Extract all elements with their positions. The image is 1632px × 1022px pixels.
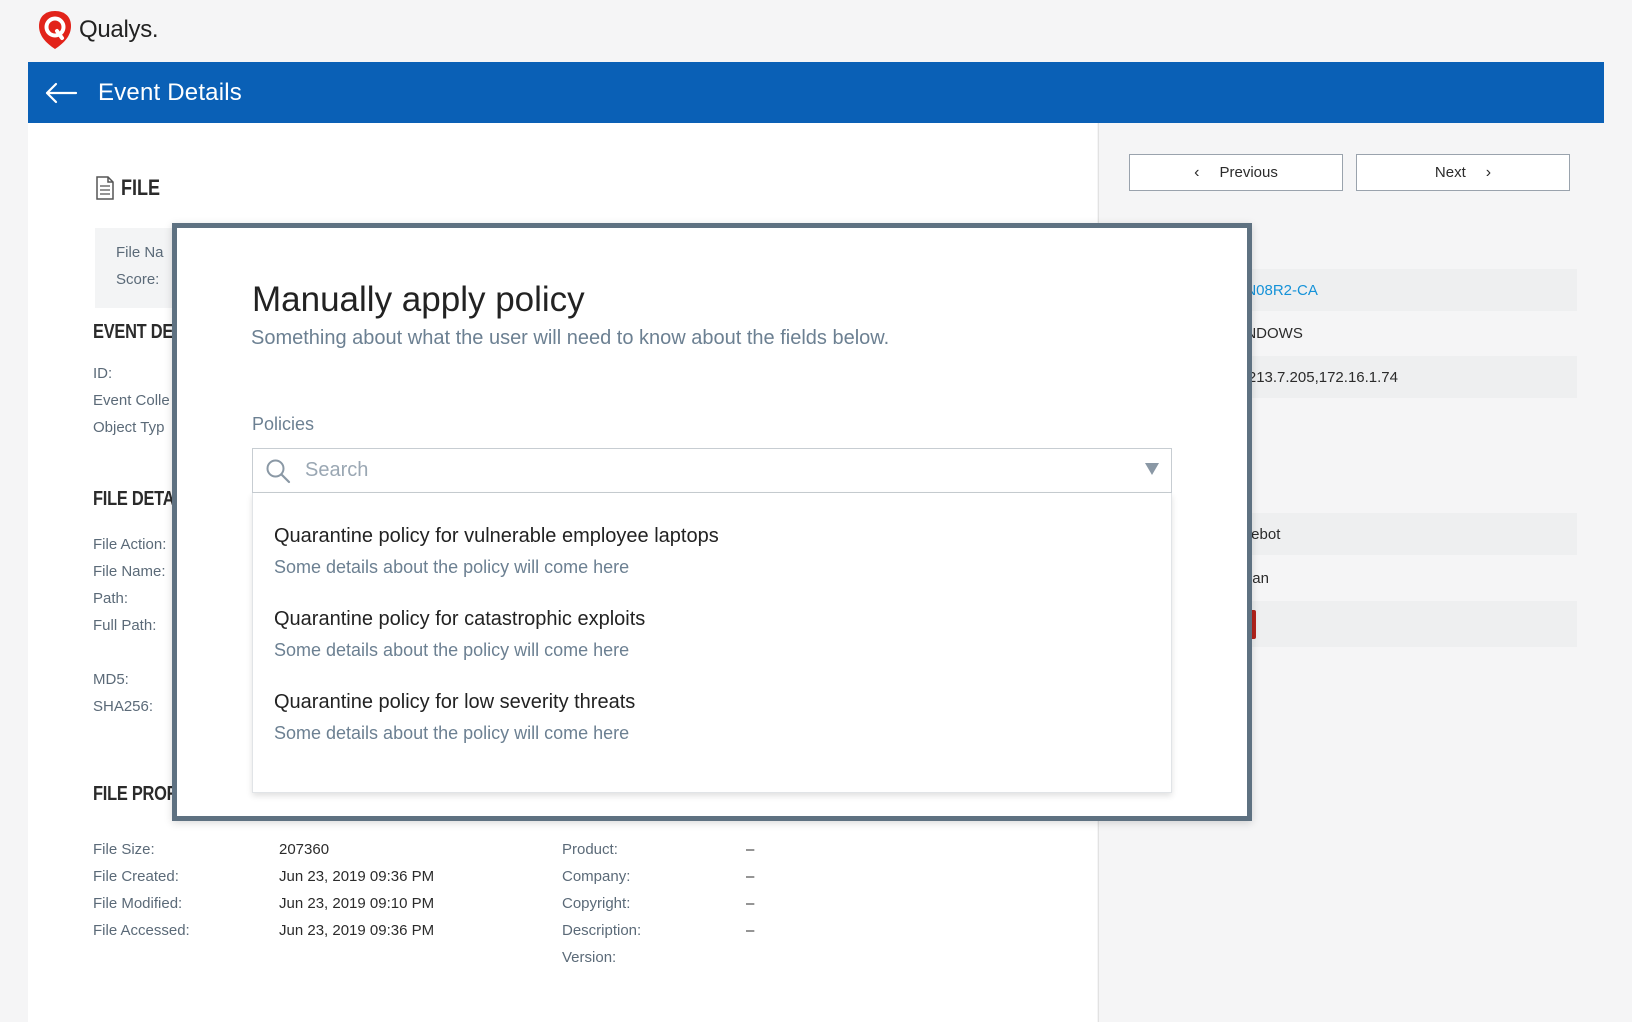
policies-label: Policies	[252, 414, 315, 434]
chevron-left-icon: ‹	[1194, 163, 1200, 181]
object-type-label: Object Typ	[93, 419, 165, 436]
file-created-label: File Created:	[93, 868, 179, 885]
score-label: Score:	[116, 271, 160, 288]
threat-row: 8	[1227, 601, 1577, 647]
previous-button-label: Previous	[1219, 164, 1278, 181]
next-button[interactable]: Next ›	[1356, 154, 1570, 191]
policy-option-desc: Some details about the policy will come …	[274, 557, 630, 577]
file-icon	[96, 176, 114, 200]
version-label: Version:	[562, 949, 617, 966]
file-accessed-label: File Accessed:	[93, 922, 190, 939]
policy-option-title: Quarantine policy for low severity threa…	[274, 691, 636, 713]
path-label: Path:	[93, 590, 129, 607]
event-details-title: EVENT DE	[93, 321, 174, 343]
apply-policy-modal: Manually apply policy Something about wh…	[172, 223, 1252, 821]
dropdown-caret-icon[interactable]	[1145, 463, 1159, 475]
qualys-shield-icon	[39, 11, 71, 49]
qualys-logo[interactable]: Qualys.	[37, 10, 159, 50]
product-label: Product:	[562, 841, 618, 858]
asset-row: WINDOWS	[1227, 312, 1577, 354]
sha256-label: SHA256:	[93, 698, 154, 715]
file-details-title: FILE DETA	[93, 488, 175, 510]
policy-option[interactable]: Quarantine policy for low severity threa…	[274, 691, 635, 744]
chevron-right-icon: ›	[1485, 163, 1492, 181]
file-heading-text: FILE	[121, 175, 161, 200]
file-name-label-2: File Name:	[93, 563, 166, 580]
policy-option[interactable]: Quarantine policy for catastrophic explo…	[274, 608, 645, 661]
policy-option-title: Quarantine policy for catastrophic explo…	[274, 608, 646, 630]
policy-search-input[interactable]	[305, 459, 1105, 482]
file-created-value: Jun 23, 2019 09:36 PM	[279, 868, 435, 885]
asset-row: WIN08R2-CA	[1227, 269, 1577, 311]
previous-button[interactable]: ‹ Previous	[1129, 154, 1343, 191]
policy-option-desc: Some details about the policy will come …	[274, 723, 630, 743]
threat-row: Trojan	[1227, 557, 1577, 599]
threat-row: Corebot	[1227, 513, 1577, 555]
company-value: –	[746, 868, 755, 885]
brand-name: Qualys.	[79, 16, 159, 43]
copyright-label: Copyright:	[562, 895, 631, 912]
asset-row: 34.213.7.205,172.16.1.74	[1227, 356, 1577, 398]
policy-dropdown-list: Quarantine policy for vulnerable employe…	[252, 493, 1172, 793]
modal-subtitle: Something about what the user will need …	[251, 327, 890, 349]
event-collected-label: Event Colle	[93, 392, 170, 409]
back-arrow-icon[interactable]	[44, 81, 82, 105]
policy-option-desc: Some details about the policy will come …	[274, 640, 630, 660]
policy-option[interactable]: Quarantine policy for vulnerable employe…	[274, 525, 719, 578]
page-header: Event Details	[28, 62, 1604, 123]
file-action-label: File Action:	[93, 536, 167, 553]
file-properties-title: FILE PROF	[93, 783, 177, 805]
file-accessed-value: Jun 23, 2019 09:36 PM	[279, 922, 435, 939]
file-name-label: File Na	[116, 244, 164, 261]
file-section-heading: FILE	[95, 175, 169, 201]
file-size-value: 207360	[279, 841, 330, 858]
asset-row: –	[1227, 400, 1577, 442]
file-modified-label: File Modified:	[93, 895, 183, 912]
search-icon	[266, 459, 291, 483]
product-value: –	[746, 841, 755, 858]
md5-label: MD5:	[93, 671, 129, 688]
company-label: Company:	[562, 868, 631, 885]
file-modified-value: Jun 23, 2019 09:10 PM	[279, 895, 435, 912]
policy-search-box[interactable]	[252, 448, 1172, 493]
policy-option-title: Quarantine policy for vulnerable employe…	[274, 525, 719, 547]
event-id-label: ID:	[93, 365, 113, 382]
file-size-label: File Size:	[93, 841, 155, 858]
next-button-label: Next	[1434, 164, 1466, 181]
full-path-label: Full Path:	[93, 617, 157, 634]
copyright-value: –	[746, 895, 755, 912]
page-title: Event Details	[98, 78, 242, 106]
description-value: –	[746, 922, 755, 939]
modal-title: Manually apply policy	[252, 280, 585, 319]
asset-ip-value: 34.213.7.205,172.16.1.74	[1227, 368, 1398, 386]
description-label: Description:	[562, 922, 642, 939]
